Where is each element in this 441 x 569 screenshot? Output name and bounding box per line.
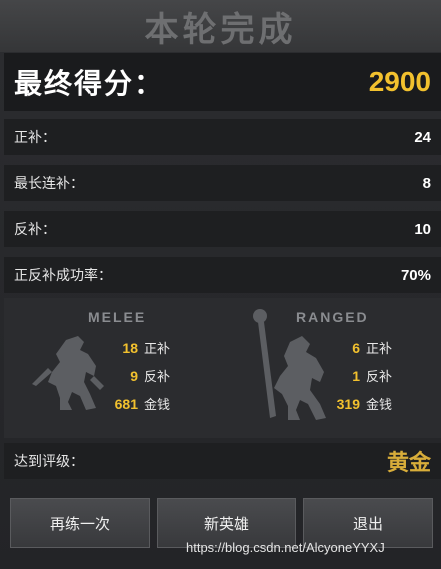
melee-title: MELEE — [88, 309, 147, 325]
stat-row-success-rate: 正反补成功率： 70% — [4, 257, 441, 293]
melee-last-hits-label: 正补 — [144, 342, 171, 357]
ranged-last-hits-value: 6 — [352, 339, 360, 356]
round-complete-header: 本轮完成 — [0, 0, 441, 52]
round-complete-title: 本轮完成 — [144, 9, 297, 50]
melee-gold-label: 金钱 — [144, 398, 171, 413]
ranged-gold: 319 金钱 — [320, 394, 393, 414]
stat-row-longest-streak: 最长连补： 8 — [4, 165, 441, 201]
creep-breakdown: MELEE 18 正补 9 反补 681 金钱 RANGED 6 正补 1 反补… — [4, 298, 441, 438]
final-score-row: 最终得分： 2900 — [4, 53, 441, 111]
stat-value: 24 — [414, 128, 431, 146]
stat-value: 10 — [414, 220, 431, 238]
rank-value: 黄金 — [386, 450, 431, 476]
rank-row: 达到评级： 黄金 — [4, 443, 441, 479]
melee-gold: 681 金钱 — [98, 394, 171, 414]
melee-denies-label: 反补 — [144, 370, 171, 385]
stat-row-denies: 反补： 10 — [4, 211, 441, 247]
melee-denies: 9 反补 — [98, 366, 171, 386]
stat-label: 最长连补： — [14, 176, 84, 192]
melee-gold-value: 681 — [114, 395, 138, 412]
watermark: https://blog.csdn.net/AlcyoneYYXJ — [186, 540, 385, 555]
ranged-denies: 1 反补 — [320, 366, 393, 386]
stat-label: 反补： — [14, 222, 56, 238]
ranged-gold-label: 金钱 — [366, 398, 393, 413]
ranged-denies-value: 1 — [352, 367, 360, 384]
ranged-gold-value: 319 — [336, 395, 360, 412]
rank-label: 达到评级： — [14, 454, 84, 470]
stat-value: 70% — [400, 266, 431, 284]
stat-label: 正补： — [14, 130, 56, 146]
stat-label: 正反补成功率： — [14, 268, 112, 284]
results-panel: 本轮完成 最终得分： 2900 正补： 24 最长连补： 8 反补： 10 正反… — [0, 0, 441, 569]
melee-last-hits-value: 18 — [122, 339, 138, 356]
melee-last-hits: 18 正补 — [98, 338, 171, 358]
stat-row-last-hits: 正补： 24 — [4, 119, 441, 155]
melee-denies-value: 9 — [130, 367, 138, 384]
final-score-label: 最终得分： — [14, 67, 165, 100]
ranged-last-hits-label: 正补 — [366, 342, 393, 357]
ranged-denies-label: 反补 — [366, 370, 393, 385]
final-score-value: 2900 — [368, 66, 431, 97]
retry-button[interactable]: 再练一次 — [10, 498, 150, 548]
stat-value: 8 — [422, 174, 431, 192]
ranged-last-hits: 6 正补 — [320, 338, 393, 358]
